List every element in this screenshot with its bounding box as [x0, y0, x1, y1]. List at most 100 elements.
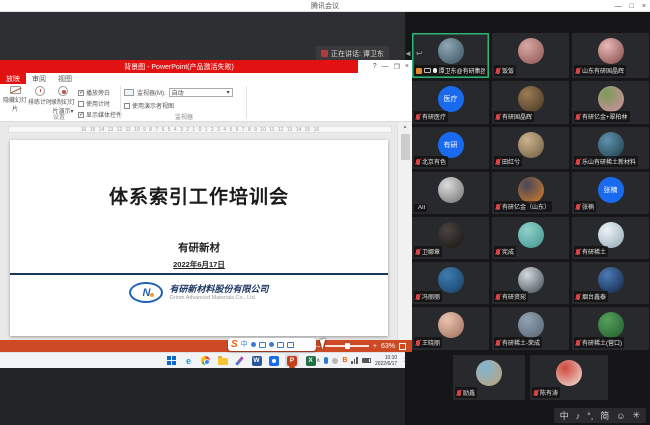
- ime-voice-icon[interactable]: ♪: [576, 411, 581, 421]
- scrollbar-thumb[interactable]: [401, 134, 410, 160]
- close-button[interactable]: ×: [642, 3, 646, 10]
- participant-tile[interactable]: 有研亿金（山东）: [492, 172, 569, 214]
- ime-mode-chinese[interactable]: 中: [241, 340, 248, 350]
- undo-arrow-icon[interactable]: ↩: [416, 49, 423, 58]
- participant-tile[interactable]: 有研稀土: [572, 217, 649, 259]
- mute-overlay-icon[interactable]: ◄: [404, 49, 412, 58]
- ime-punctuation-icon[interactable]: [259, 342, 266, 348]
- participant-tile[interactable]: 有研 北京有色: [412, 127, 489, 169]
- participant-label: 山东有研国晶辉: [574, 65, 626, 76]
- play-narrations-checkbox[interactable]: 播放旁白: [78, 88, 122, 97]
- participant-tile[interactable]: 王晓丽: [412, 307, 489, 350]
- ime-emoji-icon[interactable]: ☺: [616, 411, 625, 421]
- ime-status-bar[interactable]: 中 ♪ °, 简 ☺ ✳: [554, 408, 646, 423]
- participant-name: 有研亿金+翠柏林: [582, 112, 628, 121]
- participant-tile[interactable]: 宪成: [492, 217, 569, 259]
- participant-tile[interactable]: 张楠 张楠: [572, 172, 649, 214]
- help-icon[interactable]: ?: [373, 63, 377, 70]
- hide-slide-button[interactable]: 隐藏幻灯片: [2, 86, 28, 113]
- slide[interactable]: 体系索引工作培训会 有研新材 2022年6月17日 N 有研新材料股份有限公司 …: [10, 140, 388, 336]
- tray-chevron-icon[interactable]: ∧: [316, 357, 320, 364]
- tab-view[interactable]: 视图: [52, 73, 78, 84]
- presenter-view-checkbox[interactable]: 使用演示者视图: [124, 101, 174, 110]
- participant-tile[interactable]: 有研亿金+翠柏林: [572, 81, 649, 124]
- ime-toolbar[interactable]: S 中: [228, 338, 316, 351]
- participant-tile[interactable]: 有研稀土(营口): [572, 307, 649, 350]
- participant-tile[interactable]: 医疗 有研医疗: [412, 81, 489, 124]
- ime-lang-indicator[interactable]: 中: [560, 409, 569, 422]
- wifi-icon[interactable]: [351, 357, 358, 364]
- zoom-slider[interactable]: [325, 345, 369, 347]
- zoom-slider-thumb[interactable]: [345, 343, 350, 349]
- participant-tile[interactable]: 有研稀土-荣成: [492, 307, 569, 350]
- ppt-minimize-button[interactable]: —: [382, 63, 389, 70]
- scroll-up-icon[interactable]: ▲: [398, 124, 412, 130]
- tab-review[interactable]: 审阅: [26, 73, 52, 84]
- company-logo: N: [129, 282, 163, 303]
- speaker-volume-icon: [321, 50, 328, 57]
- participant-tile[interactable]: 有研国晶辉: [492, 81, 569, 124]
- file-explorer-icon[interactable]: [217, 355, 228, 366]
- tray-app-icon[interactable]: [332, 358, 338, 364]
- excel-icon[interactable]: X: [305, 355, 316, 366]
- use-timings-checkbox[interactable]: 使用计时: [78, 99, 122, 108]
- monitor-dropdown[interactable]: 自动 ▾: [169, 88, 233, 97]
- tencent-meeting-icon[interactable]: [268, 355, 279, 366]
- participant-tile[interactable]: 烟台鑫泰: [572, 262, 649, 304]
- participant-avatar: 医疗: [438, 86, 464, 112]
- ime-voice-icon[interactable]: [269, 342, 274, 347]
- zoom-in-button[interactable]: +: [373, 343, 377, 350]
- mic-muted-icon: [457, 390, 461, 396]
- battery-icon[interactable]: [362, 358, 371, 363]
- fit-to-window-icon[interactable]: [399, 343, 406, 350]
- participant-tile[interactable]: 卫娜章: [412, 217, 489, 259]
- start-button[interactable]: [166, 355, 177, 366]
- zoom-percent[interactable]: 63%: [381, 343, 395, 350]
- ppt-restore-button[interactable]: ❐: [394, 63, 400, 71]
- word-icon[interactable]: W: [251, 355, 262, 366]
- participant-avatar: [438, 177, 464, 203]
- tab-slideshow[interactable]: 放映: [0, 73, 26, 84]
- participant-tile[interactable]: 有研资宛: [492, 262, 569, 304]
- mic-muted-icon: [576, 294, 580, 300]
- ime-punct-indicator[interactable]: °,: [587, 411, 593, 421]
- participant-tile[interactable]: 谭卫东@有研集团北京: [412, 33, 489, 78]
- ppt-close-button[interactable]: ×: [405, 63, 409, 70]
- participant-label: 有研稀土: [574, 246, 608, 257]
- record-slideshow-button[interactable]: 录制幻灯片演示▾: [50, 86, 76, 115]
- participant-label: 王晓丽: [414, 337, 442, 348]
- slide-divider-line: [10, 273, 388, 275]
- edge-icon[interactable]: e: [183, 355, 194, 366]
- participant-tile[interactable]: 田红兮: [492, 127, 569, 169]
- ime-toolbox-icon[interactable]: [287, 342, 294, 348]
- maximize-button[interactable]: □: [630, 3, 634, 10]
- pen-tool-icon[interactable]: [234, 355, 245, 366]
- participant-avatar: [598, 86, 624, 112]
- ime-simplified-indicator[interactable]: 简: [600, 409, 609, 422]
- participant-tile[interactable]: 山东有研国晶辉: [572, 33, 649, 78]
- participant-tile[interactable]: 饭饭: [492, 33, 569, 78]
- participant-label: 有研国晶辉: [494, 111, 534, 122]
- participant-name: 烟台鑫泰: [582, 292, 606, 301]
- participant-tile[interactable]: 陈有涛: [530, 355, 608, 400]
- participant-name: 有研国晶辉: [502, 112, 532, 121]
- tray-mic-icon[interactable]: [324, 357, 328, 364]
- participant-tile[interactable]: 励鑫: [453, 355, 525, 400]
- chrome-icon[interactable]: [200, 355, 211, 366]
- ime-fullwidth-icon[interactable]: [251, 342, 256, 347]
- powerpoint-icon[interactable]: P: [285, 354, 299, 367]
- minimize-button[interactable]: —: [615, 3, 622, 10]
- participant-label: 有研资宛: [494, 291, 528, 302]
- host-badge-icon: [416, 68, 422, 74]
- ime-keyboard-icon[interactable]: [277, 342, 284, 348]
- night-mode-icon[interactable]: ☽: [401, 357, 406, 364]
- sogou-logo-icon[interactable]: S: [231, 340, 238, 350]
- tray-sogou-icon[interactable]: B: [342, 357, 347, 364]
- participant-tile[interactable]: AII: [412, 172, 489, 214]
- vertical-scrollbar[interactable]: ▲: [397, 122, 412, 340]
- mic-muted-icon: [416, 249, 420, 255]
- tray-clock[interactable]: 10:10 2022/6/17: [375, 355, 397, 367]
- ime-settings-icon[interactable]: ✳: [632, 410, 640, 421]
- participant-tile[interactable]: 乐山有研稀土新材料: [572, 127, 649, 169]
- participant-tile[interactable]: 冯丽丽: [412, 262, 489, 304]
